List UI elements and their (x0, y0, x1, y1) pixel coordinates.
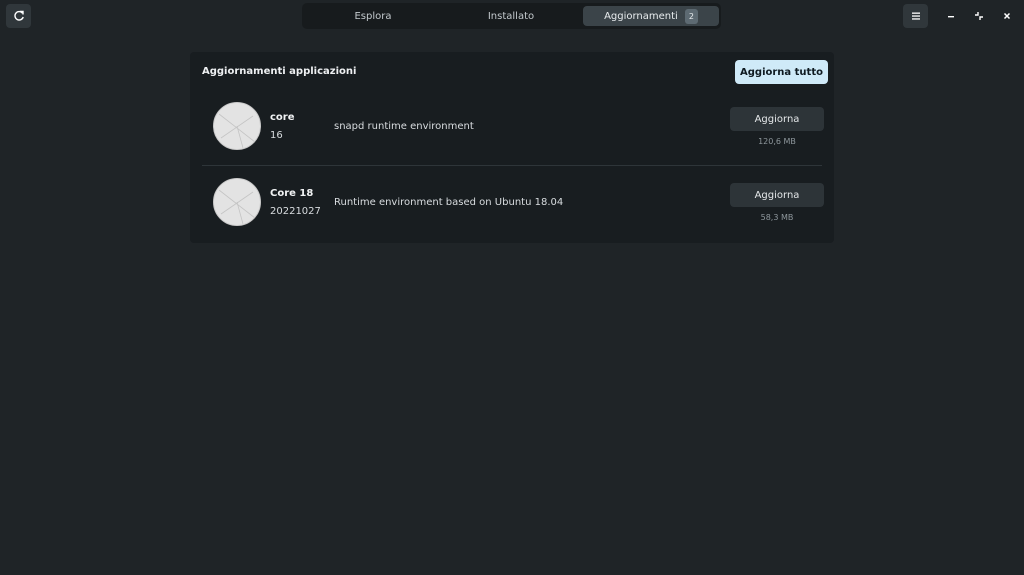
update-row: Core 18 20221027 Runtime environment bas… (202, 166, 824, 241)
refresh-button[interactable] (6, 4, 31, 28)
app-name: Core 18 (270, 188, 314, 199)
hamburger-menu-icon (911, 12, 920, 20)
close-icon (1003, 12, 1011, 20)
restore-icon (975, 12, 983, 20)
view-switcher: Esplora Installato Aggiornamenti 2 (302, 3, 721, 29)
app-version: 16 (270, 130, 283, 141)
app-version: 20221027 (270, 206, 321, 217)
app-description: Runtime environment based on Ubuntu 18.0… (334, 197, 564, 208)
app-description: snapd runtime environment (334, 121, 474, 132)
main-menu-button[interactable] (903, 4, 928, 28)
app-name: core (270, 112, 295, 123)
generic-app-icon (213, 178, 261, 226)
tab-installed[interactable]: Installato (444, 6, 578, 26)
update-all-button[interactable]: Aggiorna tutto (735, 60, 828, 84)
panel-title: Aggiornamenti applicazioni (202, 66, 357, 77)
updates-panel: Aggiornamenti applicazioni Aggiorna tutt… (190, 52, 834, 243)
update-button[interactable]: Aggiorna (730, 183, 824, 207)
tab-updates[interactable]: Aggiornamenti 2 (583, 6, 719, 26)
restore-button[interactable] (970, 7, 988, 25)
tab-installed-label: Installato (487, 10, 535, 22)
refresh-icon (13, 10, 24, 21)
generic-app-icon (213, 102, 261, 150)
updates-count-badge: 2 (684, 8, 698, 24)
tab-explore-label: Esplora (354, 10, 392, 22)
download-size: 120,6 MB (758, 137, 796, 146)
tab-updates-label: Aggiornamenti (604, 10, 678, 22)
tab-explore[interactable]: Esplora (306, 6, 440, 26)
minimize-icon (948, 16, 954, 18)
update-button[interactable]: Aggiorna (730, 107, 824, 131)
close-button[interactable] (998, 7, 1016, 25)
minimize-button[interactable] (942, 7, 960, 25)
update-row: core 16 snapd runtime environment Aggior… (202, 90, 824, 166)
download-size: 58,3 MB (760, 213, 794, 222)
